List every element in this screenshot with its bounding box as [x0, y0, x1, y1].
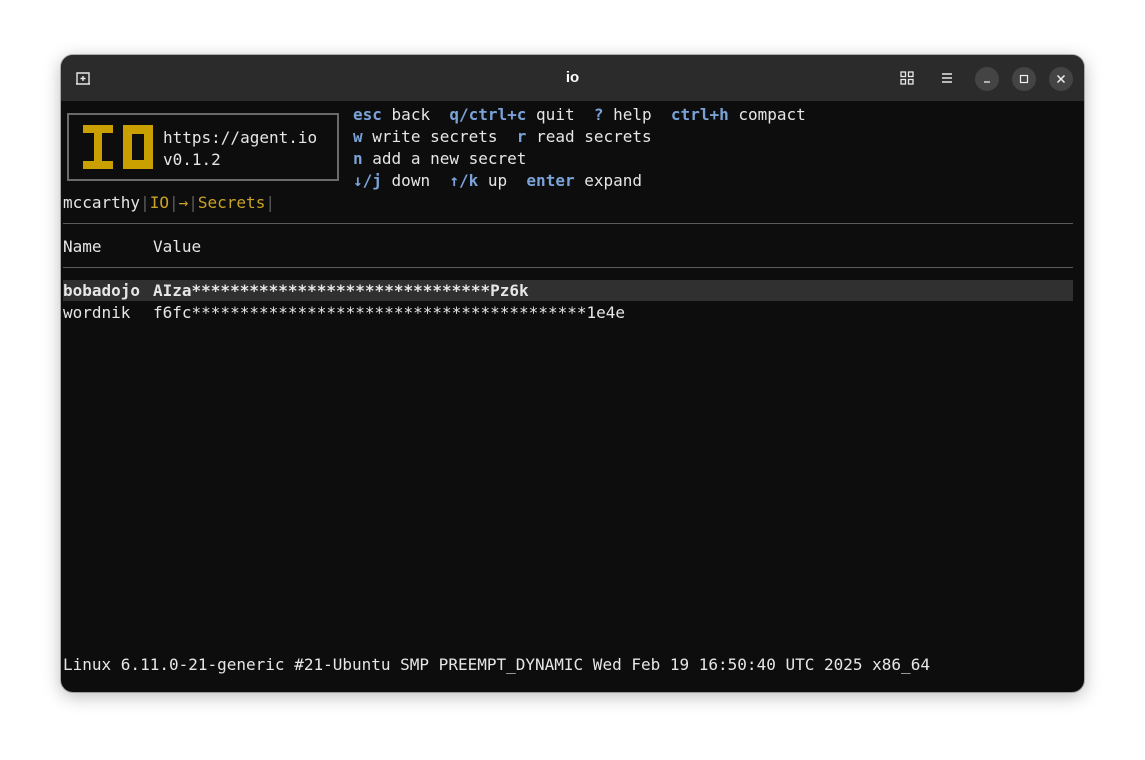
help-row-4: ↓/j down ↑/k up enter expand [353, 170, 642, 192]
help-label: add a new secret [372, 149, 527, 168]
minimize-icon [984, 81, 990, 83]
titlebar: io [61, 55, 1084, 101]
grid-view-icon[interactable] [899, 70, 915, 86]
breadcrumb-separator: | [188, 193, 198, 212]
help-key: esc [353, 105, 382, 124]
help-row-1: esc back q/ctrl+c quit ? help ctrl+h com… [353, 104, 806, 126]
help-row-3: n add a new secret [353, 148, 526, 170]
minimize-button[interactable] [975, 67, 999, 91]
help-label: write secrets [372, 127, 498, 146]
close-icon [1056, 74, 1066, 84]
breadcrumb-page: Secrets [197, 193, 266, 212]
help-label: expand [584, 171, 643, 190]
logo-box: https://agent.io v0.1.2 [67, 113, 339, 181]
breadcrumb-separator: | [140, 193, 150, 212]
help-key: ctrl+h [670, 105, 729, 124]
io-logo-icon [83, 125, 153, 169]
breadcrumb-user: mccarthy [63, 193, 141, 212]
breadcrumb-separator: | [265, 193, 275, 212]
logo-version: v0.1.2 [163, 150, 221, 169]
help-label: back [391, 105, 431, 124]
breadcrumb-separator: | [168, 193, 179, 212]
divider [63, 223, 1073, 224]
breadcrumb-app: IO [149, 193, 169, 212]
help-key: r [516, 127, 527, 146]
help-label: help [613, 105, 652, 124]
hamburger-menu-icon[interactable] [939, 70, 955, 86]
column-header-value: Value [153, 237, 202, 256]
help-label: up [487, 171, 508, 190]
terminal-content[interactable]: https://agent.io v0.1.2 esc back q/ctrl+… [61, 101, 1084, 692]
divider [63, 267, 1073, 268]
window-title: io [565, 69, 580, 86]
close-button[interactable] [1049, 67, 1073, 91]
status-line: Linux 6.11.0-21-generic #21-Ubuntu SMP P… [63, 655, 930, 674]
help-label: down [391, 171, 431, 190]
help-label: quit [536, 105, 575, 124]
help-key: n [353, 149, 363, 168]
logo-url: https://agent.io [163, 128, 318, 147]
help-key: ↑/k [449, 171, 479, 190]
breadcrumb-arrow: → [178, 193, 189, 212]
breadcrumb: mccarthy|IO|→|Secrets| [63, 192, 275, 214]
help-key: enter [526, 171, 575, 190]
table-row-value[interactable]: AIza*******************************Pz6k [153, 280, 529, 302]
help-row-2: w write secrets r read secrets [353, 126, 652, 148]
table-row-value[interactable]: f6fc************************************… [153, 302, 625, 324]
help-key: ↓/j [353, 171, 382, 190]
maximize-button[interactable] [1012, 67, 1036, 91]
column-header-name: Name [63, 237, 102, 256]
help-key: q/ctrl+c [449, 105, 527, 124]
maximize-icon [1019, 74, 1029, 84]
help-label: read secrets [536, 127, 652, 146]
terminal-window: io https://agent.io v0.1.2 esc back q/ct… [61, 55, 1084, 692]
help-key: w [353, 127, 363, 146]
help-label: compact [738, 105, 806, 124]
table-row-name[interactable]: wordnik [63, 302, 130, 324]
help-key: ? [593, 105, 604, 124]
table-row-name[interactable]: bobadojo [63, 280, 140, 302]
